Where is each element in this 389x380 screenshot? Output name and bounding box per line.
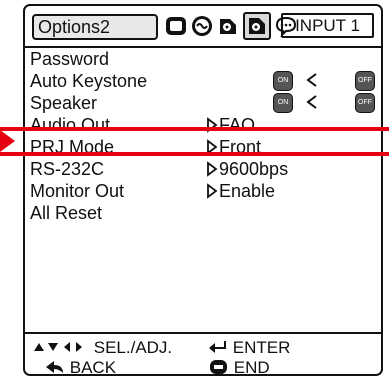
menu-item-monitor-out[interactable]: Monitor Out Enable [25, 180, 381, 202]
menu-header: Options2 INPUT 1 [25, 6, 381, 48]
off-toggle-icon[interactable]: OFF [355, 71, 375, 91]
left-arrow-icon [306, 72, 318, 93]
options1-tab-icon[interactable] [217, 15, 239, 37]
menu-item-label: RS-232C [30, 159, 105, 179]
menu-footer: SEL./ADJ. BACK ENTER END [25, 332, 381, 378]
menu-item-label: Auto Keystone [30, 71, 148, 91]
menu-item-label: Password [30, 49, 110, 69]
direction-arrows-icon [34, 342, 82, 352]
menu-item-label: Monitor Out [30, 181, 125, 201]
left-arrow-icon [306, 94, 318, 115]
menu-item-label: Audio Out [30, 115, 111, 135]
back-hint: BACK [45, 358, 116, 378]
input-indicator: INPUT 1 [281, 13, 374, 38]
end-hint: END [209, 358, 270, 378]
menu-item-password[interactable]: Password [25, 48, 381, 70]
enter-arrow-icon [209, 341, 226, 353]
menu-button-icon [210, 360, 227, 374]
selected-row-pointer-icon [0, 130, 15, 152]
sel-adj-hint: SEL./ADJ. [33, 338, 172, 358]
menu-item-label: All Reset [30, 203, 103, 223]
menu-title: Options2 [32, 14, 158, 40]
on-toggle-icon[interactable]: ON [273, 71, 293, 91]
menu-item-rs-232c[interactable]: RS-232C 9600bps [25, 158, 381, 180]
off-toggle-icon[interactable]: OFF [355, 93, 375, 113]
picture-tab-icon[interactable] [165, 15, 187, 37]
menu-item-speaker[interactable]: Speaker ON OFF [25, 92, 381, 114]
enter-hint: ENTER [208, 338, 290, 358]
back-arrow-icon [46, 361, 63, 373]
menu-item-all-reset[interactable]: All Reset [25, 202, 381, 224]
on-toggle-icon[interactable]: ON [273, 93, 293, 113]
sound-tab-icon[interactable] [191, 15, 213, 37]
options2-tab-icon[interactable] [243, 12, 271, 40]
menu-item-auto-keystone[interactable]: Auto Keystone ON OFF [25, 70, 381, 92]
menu-item-label: PRJ Mode [30, 137, 115, 157]
osd-menu-window: Options2 INPUT 1 Password Auto Keystone … [23, 4, 383, 378]
menu-item-label: Speaker [30, 93, 98, 113]
menu-item-audio-out[interactable]: Audio Out FAO [25, 114, 381, 136]
menu-item-prj-mode[interactable]: PRJ Mode Front [25, 136, 381, 158]
